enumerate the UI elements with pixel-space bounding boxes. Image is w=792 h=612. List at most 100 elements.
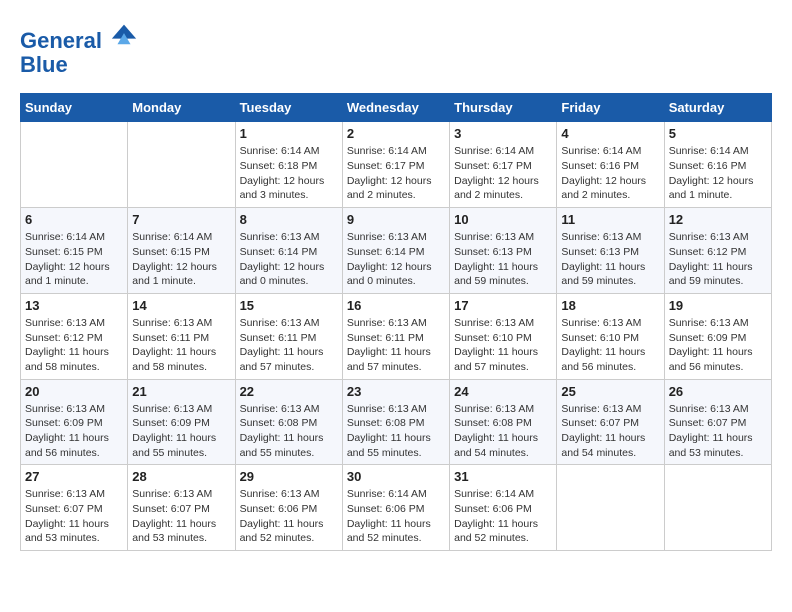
logo-line2: Blue xyxy=(20,53,138,77)
day-number: 4 xyxy=(561,126,659,141)
calendar-week-1: 1 Sunrise: 6:14 AM Sunset: 6:18 PM Daylig… xyxy=(21,122,772,208)
day-number: 2 xyxy=(347,126,445,141)
day-info: Sunrise: 6:13 AM Sunset: 6:07 PM Dayligh… xyxy=(132,487,230,546)
logo: General Blue xyxy=(20,20,138,77)
day-info: Sunrise: 6:13 AM Sunset: 6:11 PM Dayligh… xyxy=(132,316,230,375)
weekday-header-monday: Monday xyxy=(128,94,235,122)
calendar-table: SundayMondayTuesdayWednesdayThursdayFrid… xyxy=(20,93,772,551)
day-number: 12 xyxy=(669,212,767,227)
day-number: 8 xyxy=(240,212,338,227)
calendar-cell: 3Sunrise: 6:14 AM Sunset: 6:17 PM Daylig… xyxy=(450,122,557,208)
day-number: 7 xyxy=(132,212,230,227)
day-info: Sunrise: 6:13 AM Sunset: 6:11 PM Dayligh… xyxy=(347,316,445,375)
day-info: Sunrise: 6:13 AM Sunset: 6:07 PM Dayligh… xyxy=(561,402,659,461)
calendar-cell: 7 Sunrise: 6:14 AM Sunset: 6:15 PM Daylig… xyxy=(128,208,235,294)
day-info: Sunrise: 6:13 AM Sunset: 6:09 PM Dayligh… xyxy=(132,402,230,461)
calendar-cell: 18 Sunrise: 6:13 AM Sunset: 6:10 PM Dayli… xyxy=(557,293,664,379)
calendar-cell: 27 Sunrise: 6:13 AM Sunset: 6:07 PM Dayli… xyxy=(21,465,128,551)
page-header: General Blue xyxy=(20,20,772,77)
calendar-cell: 17 Sunrise: 6:13 AM Sunset: 6:10 PM Dayli… xyxy=(450,293,557,379)
day-number: 28 xyxy=(132,469,230,484)
day-number: 1 xyxy=(240,126,338,141)
calendar-cell: 24 Sunrise: 6:13 AM Sunset: 6:08 PM Dayli… xyxy=(450,379,557,465)
day-info: Sunrise: 6:13 AM Sunset: 6:14 PM Dayligh… xyxy=(240,230,338,289)
day-info: Sunrise: 6:13 AM Sunset: 6:07 PM Dayligh… xyxy=(669,402,767,461)
calendar-cell: 12 Sunrise: 6:13 AM Sunset: 6:12 PM Dayli… xyxy=(664,208,771,294)
day-info: Sunrise: 6:13 AM Sunset: 6:07 PM Dayligh… xyxy=(25,487,123,546)
logo-text: General xyxy=(20,20,138,53)
weekday-header-wednesday: Wednesday xyxy=(342,94,449,122)
day-number: 20 xyxy=(25,384,123,399)
day-info: Sunrise: 6:13 AM Sunset: 6:13 PM Dayligh… xyxy=(561,230,659,289)
day-info: Sunrise: 6:14 AM Sunset: 6:17 PM Dayligh… xyxy=(347,144,445,203)
calendar-cell xyxy=(21,122,128,208)
day-info: Sunrise: 6:13 AM Sunset: 6:08 PM Dayligh… xyxy=(347,402,445,461)
day-number: 21 xyxy=(132,384,230,399)
calendar-cell: 30Sunrise: 6:14 AM Sunset: 6:06 PM Dayli… xyxy=(342,465,449,551)
calendar-cell: 11 Sunrise: 6:13 AM Sunset: 6:13 PM Dayli… xyxy=(557,208,664,294)
calendar-cell: 1 Sunrise: 6:14 AM Sunset: 6:18 PM Daylig… xyxy=(235,122,342,208)
day-info: Sunrise: 6:13 AM Sunset: 6:08 PM Dayligh… xyxy=(240,402,338,461)
calendar-cell: 8 Sunrise: 6:13 AM Sunset: 6:14 PM Daylig… xyxy=(235,208,342,294)
day-number: 6 xyxy=(25,212,123,227)
day-number: 9 xyxy=(347,212,445,227)
calendar-cell: 15Sunrise: 6:13 AM Sunset: 6:11 PM Dayli… xyxy=(235,293,342,379)
calendar-week-2: 6 Sunrise: 6:14 AM Sunset: 6:15 PM Daylig… xyxy=(21,208,772,294)
day-number: 16 xyxy=(347,298,445,313)
day-number: 22 xyxy=(240,384,338,399)
calendar-week-4: 20 Sunrise: 6:13 AM Sunset: 6:09 PM Dayli… xyxy=(21,379,772,465)
calendar-week-5: 27 Sunrise: 6:13 AM Sunset: 6:07 PM Dayli… xyxy=(21,465,772,551)
day-number: 24 xyxy=(454,384,552,399)
day-info: Sunrise: 6:14 AM Sunset: 6:18 PM Dayligh… xyxy=(240,144,338,203)
day-number: 11 xyxy=(561,212,659,227)
weekday-header-thursday: Thursday xyxy=(450,94,557,122)
day-info: Sunrise: 6:13 AM Sunset: 6:12 PM Dayligh… xyxy=(669,230,767,289)
calendar-cell: 26 Sunrise: 6:13 AM Sunset: 6:07 PM Dayli… xyxy=(664,379,771,465)
calendar-cell: 19 Sunrise: 6:13 AM Sunset: 6:09 PM Dayli… xyxy=(664,293,771,379)
calendar-cell: 14 Sunrise: 6:13 AM Sunset: 6:11 PM Dayli… xyxy=(128,293,235,379)
calendar-cell: 13 Sunrise: 6:13 AM Sunset: 6:12 PM Dayli… xyxy=(21,293,128,379)
day-info: Sunrise: 6:13 AM Sunset: 6:10 PM Dayligh… xyxy=(561,316,659,375)
day-info: Sunrise: 6:13 AM Sunset: 6:12 PM Dayligh… xyxy=(25,316,123,375)
day-number: 13 xyxy=(25,298,123,313)
calendar-cell: 29Sunrise: 6:13 AM Sunset: 6:06 PM Dayli… xyxy=(235,465,342,551)
calendar-cell xyxy=(128,122,235,208)
day-number: 23 xyxy=(347,384,445,399)
calendar-cell xyxy=(557,465,664,551)
weekday-header-tuesday: Tuesday xyxy=(235,94,342,122)
day-number: 25 xyxy=(561,384,659,399)
calendar-header-row: SundayMondayTuesdayWednesdayThursdayFrid… xyxy=(21,94,772,122)
day-number: 14 xyxy=(132,298,230,313)
calendar-cell: 4Sunrise: 6:14 AM Sunset: 6:16 PM Daylig… xyxy=(557,122,664,208)
day-number: 26 xyxy=(669,384,767,399)
weekday-header-sunday: Sunday xyxy=(21,94,128,122)
day-info: Sunrise: 6:14 AM Sunset: 6:17 PM Dayligh… xyxy=(454,144,552,203)
day-number: 27 xyxy=(25,469,123,484)
day-number: 17 xyxy=(454,298,552,313)
day-number: 31 xyxy=(454,469,552,484)
calendar-cell: 31Sunrise: 6:14 AM Sunset: 6:06 PM Dayli… xyxy=(450,465,557,551)
day-info: Sunrise: 6:13 AM Sunset: 6:13 PM Dayligh… xyxy=(454,230,552,289)
calendar-cell: 9Sunrise: 6:13 AM Sunset: 6:14 PM Daylig… xyxy=(342,208,449,294)
day-info: Sunrise: 6:13 AM Sunset: 6:08 PM Dayligh… xyxy=(454,402,552,461)
weekday-header-saturday: Saturday xyxy=(664,94,771,122)
day-number: 19 xyxy=(669,298,767,313)
day-number: 15 xyxy=(240,298,338,313)
day-info: Sunrise: 6:13 AM Sunset: 6:09 PM Dayligh… xyxy=(25,402,123,461)
calendar-cell: 28 Sunrise: 6:13 AM Sunset: 6:07 PM Dayli… xyxy=(128,465,235,551)
day-info: Sunrise: 6:14 AM Sunset: 6:15 PM Dayligh… xyxy=(132,230,230,289)
logo-icon xyxy=(110,20,138,48)
calendar-cell: 16 Sunrise: 6:13 AM Sunset: 6:11 PM Dayli… xyxy=(342,293,449,379)
day-info: Sunrise: 6:13 AM Sunset: 6:10 PM Dayligh… xyxy=(454,316,552,375)
day-number: 18 xyxy=(561,298,659,313)
day-number: 5 xyxy=(669,126,767,141)
day-info: Sunrise: 6:14 AM Sunset: 6:15 PM Dayligh… xyxy=(25,230,123,289)
calendar-cell: 20 Sunrise: 6:13 AM Sunset: 6:09 PM Dayli… xyxy=(21,379,128,465)
calendar-cell: 2 Sunrise: 6:14 AM Sunset: 6:17 PM Daylig… xyxy=(342,122,449,208)
day-info: Sunrise: 6:14 AM Sunset: 6:16 PM Dayligh… xyxy=(669,144,767,203)
day-info: Sunrise: 6:13 AM Sunset: 6:09 PM Dayligh… xyxy=(669,316,767,375)
calendar-cell: 10Sunrise: 6:13 AM Sunset: 6:13 PM Dayli… xyxy=(450,208,557,294)
day-info: Sunrise: 6:13 AM Sunset: 6:06 PM Dayligh… xyxy=(240,487,338,546)
calendar-week-3: 13 Sunrise: 6:13 AM Sunset: 6:12 PM Dayli… xyxy=(21,293,772,379)
calendar-cell: 21 Sunrise: 6:13 AM Sunset: 6:09 PM Dayli… xyxy=(128,379,235,465)
